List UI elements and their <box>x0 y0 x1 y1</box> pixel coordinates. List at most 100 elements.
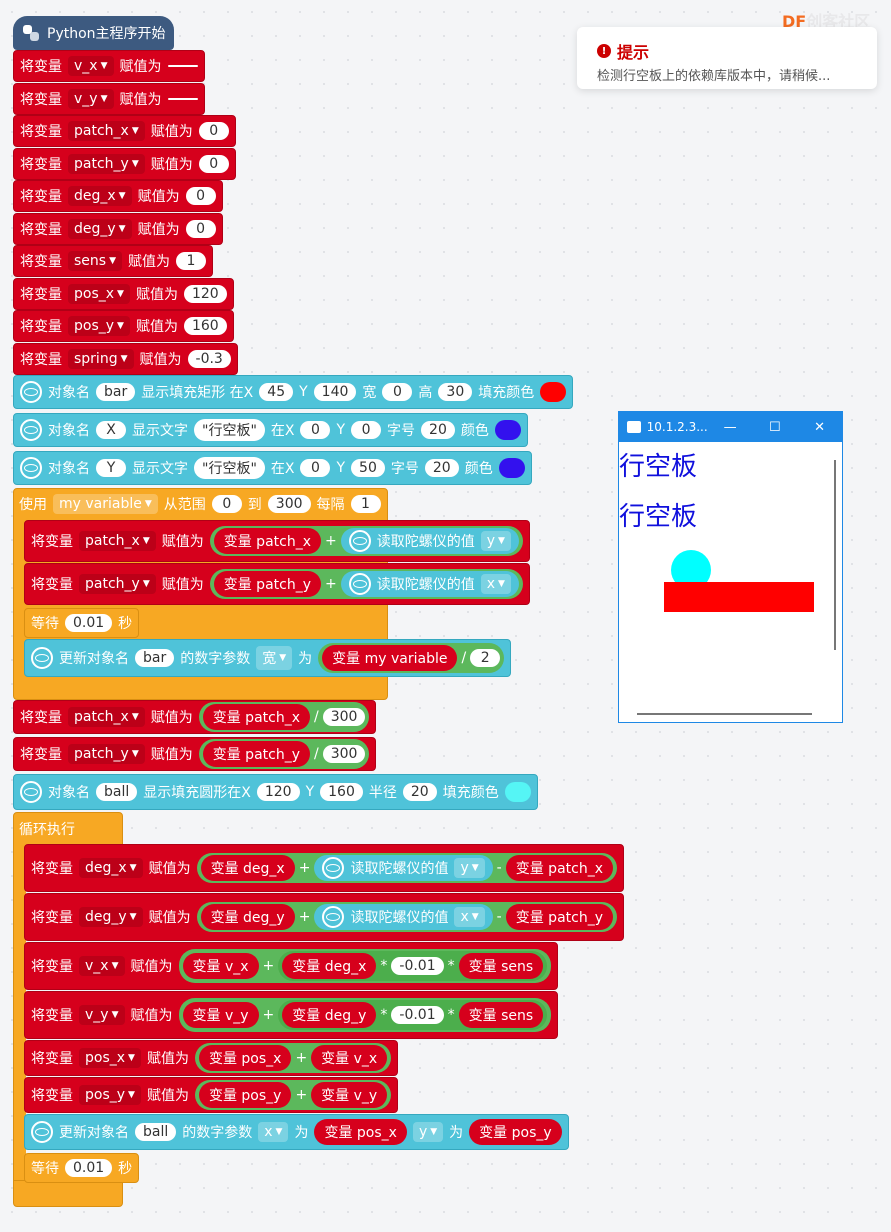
var-dropdown[interactable]: pos_x ▼ <box>79 1048 141 1068</box>
wait-input[interactable]: 0.01 <box>65 1159 113 1177</box>
step-input[interactable]: 1 <box>350 495 381 513</box>
value-input[interactable]: 1 <box>176 252 206 270</box>
horizontal-scrollbar[interactable] <box>637 713 812 715</box>
value-input[interactable]: -0.3 <box>187 349 231 368</box>
color-picker[interactable] <box>540 382 567 402</box>
set-patch-y-div-block[interactable]: 将变量 patch_y ▼ 赋值为 变量 patch_y/300 <box>13 737 377 771</box>
var-dropdown[interactable]: v_y ▼ <box>79 1005 125 1025</box>
div-expr[interactable]: 变量 my variable / 2 <box>318 643 505 673</box>
expr[interactable]: 变量 v_x + 变量 deg_x * -0.01 * 变量 sens <box>178 949 552 983</box>
param-dropdown[interactable]: y ▼ <box>412 1122 444 1142</box>
set-var-block[interactable]: 将变量 spring ▼ 赋值为 -0.3 <box>13 342 238 375</box>
var-reporter[interactable]: 变量 pos_x <box>314 1119 407 1145</box>
text-y-block[interactable]: 对象名 Y 显示文字 "行空板" 在X 0 Y 50 字号 20 颜色 <box>13 451 532 485</box>
close-button[interactable]: ✕ <box>797 420 842 435</box>
gyro-reporter[interactable]: 读取陀螺仪的值 x ▼ <box>340 571 519 597</box>
num-input[interactable]: -0.01 <box>391 957 444 975</box>
rect-block[interactable]: 对象名 bar 显示填充矩形 在X 45 Y 140 宽 0 高 30 填充颜色 <box>13 375 574 409</box>
set-var-block[interactable]: 将变量 v_y ▼ 赋值为 <box>13 82 205 115</box>
set-var-block[interactable]: 将变量 v_x ▼ 赋值为 <box>13 50 205 82</box>
value-input[interactable]: 0 <box>198 154 229 173</box>
y-input[interactable]: 140 <box>313 383 357 401</box>
preview-window[interactable]: 10.1.2.3... — ☐ ✕ 行空板 行空板 <box>618 411 843 723</box>
var-reporter[interactable]: 变量 patch_y <box>202 741 310 767</box>
var-dropdown[interactable]: patch_x ▼ <box>68 121 145 141</box>
set-var-block[interactable]: 将变量 patch_x ▼ 赋值为 0 <box>13 115 236 147</box>
gyro-reporter[interactable]: 读取陀螺仪的值 y ▼ <box>314 855 493 881</box>
mul-expr[interactable]: 变量 deg_x * -0.01 * 变量 sens <box>278 951 548 981</box>
var-reporter[interactable]: 变量 v_x <box>182 953 259 979</box>
expr[interactable]: 变量 deg_y + 读取陀螺仪的值 x ▼ - 变量 patch_y <box>196 902 617 932</box>
var-reporter[interactable]: 变量 patch_x <box>213 528 321 554</box>
y-input[interactable]: 50 <box>351 459 385 477</box>
var-dropdown[interactable]: pos_y ▼ <box>68 316 130 336</box>
window-titlebar[interactable]: 10.1.2.3... — ☐ ✕ <box>619 412 842 442</box>
divisor-input[interactable]: 2 <box>470 649 501 667</box>
set-var-block[interactable]: 将变量 pos_y ▼ 赋值为 160 <box>13 310 234 342</box>
start-input[interactable]: 0 <box>211 495 242 513</box>
wait-input[interactable]: 0.01 <box>65 614 113 632</box>
circle-block[interactable]: 对象名 ball 显示填充圆形在X 120 Y 160 半径 20 填充颜色 <box>13 774 538 810</box>
var-dropdown[interactable]: v_x ▼ <box>68 56 114 76</box>
expr[interactable]: 变量 deg_x + 读取陀螺仪的值 y ▼ - 变量 patch_x <box>196 853 617 883</box>
add-expr[interactable]: 变量 patch_y + 读取陀螺仪的值 x ▼ <box>209 569 523 599</box>
value-input[interactable]: 160 <box>183 317 227 335</box>
value-input[interactable] <box>167 65 198 67</box>
var-reporter[interactable]: 变量 v_y <box>182 1002 259 1028</box>
var-reporter[interactable]: 变量 sens <box>458 1002 544 1028</box>
value-input[interactable]: 0 <box>185 219 216 238</box>
div-expr[interactable]: 变量 patch_y/300 <box>198 739 370 769</box>
text-input[interactable]: "行空板" <box>194 419 265 441</box>
x-input[interactable]: 120 <box>256 783 300 801</box>
obj-name-input[interactable]: ball <box>96 783 138 801</box>
text-input[interactable]: "行空板" <box>194 457 265 479</box>
var-reporter[interactable]: 变量 patch_x <box>202 704 310 730</box>
python-main-start-block[interactable]: Python主程序开始 <box>13 16 174 50</box>
set-deg-x-block[interactable]: 将变量 deg_x ▼ 赋值为 变量 deg_x + 读取陀螺仪的值 y ▼ - 变量… <box>24 844 624 892</box>
set-pos-x-block[interactable]: 将变量 pos_x ▼ 赋值为 变量 pos_x + 变量 v_x <box>24 1040 399 1076</box>
var-dropdown[interactable]: spring ▼ <box>68 348 134 369</box>
var-reporter[interactable]: 变量 patch_x <box>505 855 613 881</box>
size-input[interactable]: 20 <box>424 459 459 477</box>
value-input[interactable]: 0 <box>198 122 229 140</box>
set-var-block[interactable]: 将变量 pos_x ▼ 赋值为 120 <box>13 277 234 310</box>
var-dropdown[interactable]: patch_y ▼ <box>68 153 145 174</box>
var-reporter[interactable]: 变量 sens <box>458 953 544 979</box>
set-var-block[interactable]: 将变量 sens ▼ 赋值为 1 <box>13 245 213 277</box>
for-var-dropdown[interactable]: my variable ▼ <box>53 494 158 514</box>
set-var-block[interactable]: 将变量 deg_x ▼ 赋值为 0 <box>13 180 223 212</box>
var-dropdown[interactable]: patch_y ▼ <box>68 744 145 764</box>
set-v-y-block[interactable]: 将变量 v_y ▼ 赋值为 变量 v_y + 变量 deg_y * -0.01 * 变量 … <box>24 991 559 1039</box>
value-input[interactable] <box>167 97 198 100</box>
set-patch-y-gyro-block[interactable]: 将变量 patch_y ▼ 赋值为 变量 patch_y + 读取陀螺仪的值 x ▼ <box>24 563 530 605</box>
expr[interactable]: 变量 v_y + 变量 deg_y * -0.01 * 变量 sens <box>178 998 552 1032</box>
add-expr[interactable]: 变量 pos_x + 变量 v_x <box>194 1043 392 1073</box>
for-block-header[interactable]: 使用 my variable ▼ 从范围 0 到 300 每隔 1 <box>13 489 387 519</box>
set-patch-x-gyro-block[interactable]: 将变量 patch_x ▼ 赋值为 变量 patch_x + 读取陀螺仪的值 y ▼ <box>24 520 530 562</box>
obj-name-input[interactable]: bar <box>96 383 136 401</box>
var-dropdown[interactable]: patch_x ▼ <box>79 531 156 551</box>
axis-dropdown[interactable]: x ▼ <box>480 574 511 594</box>
set-var-block[interactable]: 将变量 deg_y ▼ 赋值为 0 <box>13 212 223 245</box>
gyro-reporter[interactable]: 读取陀螺仪的值 x ▼ <box>314 904 493 930</box>
end-input[interactable]: 300 <box>267 495 311 513</box>
text-x-block[interactable]: 对象名 X 显示文字 "行空板" 在X 0 Y 0 字号 20 颜色 <box>13 413 528 447</box>
set-patch-x-div-block[interactable]: 将变量 patch_x ▼ 赋值为 变量 patch_x/300 <box>13 700 377 734</box>
value-input[interactable]: 0 <box>185 187 216 205</box>
x-input[interactable]: 0 <box>300 459 331 477</box>
add-expr[interactable]: 变量 patch_x + 读取陀螺仪的值 y ▼ <box>209 526 523 556</box>
var-reporter[interactable]: 变量 patch_y <box>213 571 321 597</box>
axis-dropdown[interactable]: y ▼ <box>480 531 511 551</box>
var-reporter[interactable]: 变量 patch_y <box>505 904 613 930</box>
param-dropdown[interactable]: 宽 ▼ <box>256 646 293 670</box>
x-input[interactable]: 45 <box>259 383 294 401</box>
var-dropdown[interactable]: sens ▼ <box>68 251 122 271</box>
var-reporter[interactable]: 变量 v_y <box>311 1082 388 1108</box>
color-picker[interactable] <box>494 420 521 440</box>
obj-name-input[interactable]: ball <box>135 1123 177 1141</box>
var-reporter[interactable]: 变量 v_x <box>311 1045 388 1071</box>
set-deg-y-block[interactable]: 将变量 deg_y ▼ 赋值为 变量 deg_y + 读取陀螺仪的值 x ▼ - 变量… <box>24 893 624 941</box>
obj-name-input[interactable]: X <box>96 421 126 439</box>
color-picker[interactable] <box>504 782 531 802</box>
value-input[interactable]: 120 <box>183 284 227 303</box>
